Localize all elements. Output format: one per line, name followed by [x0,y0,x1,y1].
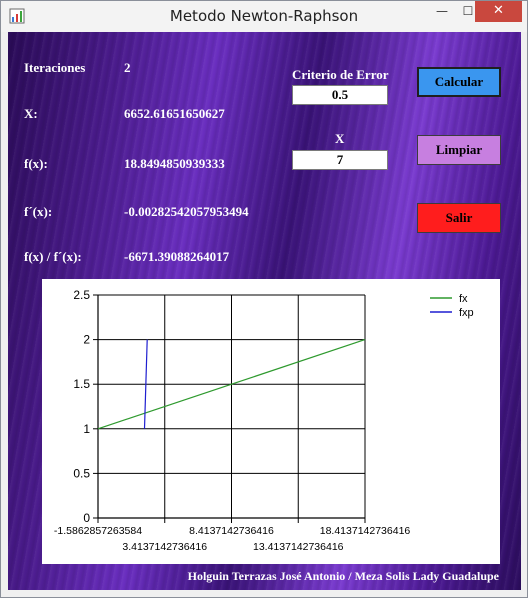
function-chart: 0 0.5 1 1.5 2 2.5 -1.5862857263584 3.4137142736… [42,279,500,564]
minimize-button[interactable]: — [429,1,455,22]
close-button[interactable]: ✕ [475,1,522,22]
x-input[interactable]: 7 [292,150,388,170]
exit-button[interactable]: Salir [417,203,501,233]
x-tick-label: 8.4137142736416 [189,525,274,537]
ratio-label: f(x) / f´(x): [24,249,82,264]
x-tick-label: -1.5862857263584 [54,525,142,537]
authors-footer: Holguin Terrazas José Antonio / Meza Sol… [187,569,499,583]
x-tick-label: 13.4137142736416 [253,541,344,553]
dfx-value: -0.00282542057953494 [124,204,249,219]
chart-svg: 0 0.5 1 1.5 2 2.5 -1.5862857263584 3.4137142736… [54,288,474,553]
x-result-label: X: [24,106,38,121]
form-body: Iteraciones 2 X: 6652.61651650627 f(x): … [8,32,521,590]
calculate-button[interactable]: Calcular [417,67,501,97]
y-tick-label: 1.5 [73,377,90,391]
clear-button[interactable]: Limpiar [417,135,501,165]
title-bar[interactable]: Metodo Newton-Raphson — ☐ ✕ [1,1,527,32]
y-tick-label: 2.5 [73,288,90,302]
legend-label-fxp: fxp [459,307,474,319]
y-tick-label: 0 [83,511,90,525]
y-tick-label: 0.5 [73,466,90,480]
x-input-label: X [335,131,345,146]
y-tick-label: 2 [83,333,90,347]
y-tick-label: 1 [83,422,90,436]
x-tick-label: 18.4137142736416 [320,525,411,537]
error-criterion-label: Criterio de Error [292,67,389,82]
error-criterion-input[interactable]: 0.5 [292,85,388,105]
ratio-value: -6671.39088264017 [124,249,230,264]
x-tick-label: 3.4137142736416 [122,541,207,553]
legend-label-fx: fx [459,293,468,305]
fx-label: f(x): [24,156,48,171]
dfx-label: f´(x): [24,204,53,219]
iterations-value: 2 [124,60,131,75]
app-window: Metodo Newton-Raphson — ☐ ✕ Iteraciones … [0,0,528,598]
iterations-label: Iteraciones [24,60,86,75]
x-result-value: 6652.61651650627 [124,106,225,121]
fx-value: 18.8494850939333 [124,156,225,171]
